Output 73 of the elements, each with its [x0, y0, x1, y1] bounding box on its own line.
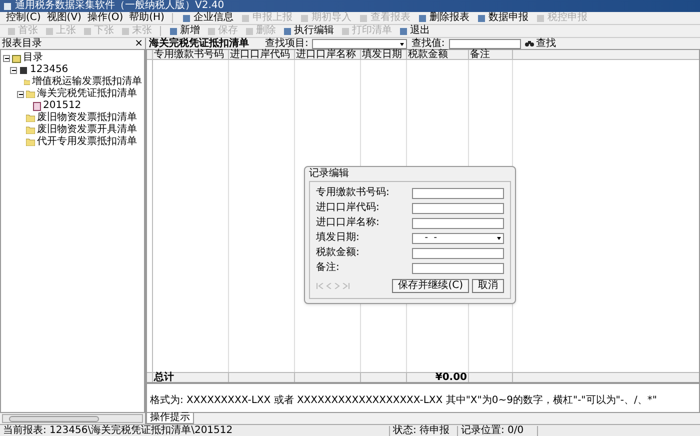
status-text: 当前报表: 123456\海关完税凭证抵扣清单\201512 — [0, 426, 390, 436]
field-label: 专用缴款书号码: — [316, 188, 390, 198]
report-title: 海关完税凭证抵扣清单 — [149, 38, 250, 48]
menu-item[interactable]: 帮助(H) — [127, 13, 166, 23]
tree-item[interactable]: 废旧物资发票开具清单 — [37, 125, 137, 135]
window-title: 通用税务数据采集软件（一般纳税人版）V2.40 — [15, 1, 224, 11]
toolbar-button[interactable]: 企业信息 — [179, 12, 236, 24]
expander[interactable] — [17, 90, 24, 98]
menu-item[interactable]: 视图(V) — [44, 13, 84, 23]
toolbar-button[interactable]: 退出 — [396, 25, 433, 37]
dialog-title: 记录编辑 — [309, 167, 350, 181]
toolbar-icon — [536, 14, 546, 22]
tree-item[interactable]: 增值税运输发票抵扣清单 — [32, 77, 142, 87]
text-field[interactable] — [412, 248, 504, 258]
caret-icon — [495, 234, 503, 242]
app-icon — [4, 2, 11, 10]
column-header[interactable]: 备注 — [469, 50, 513, 59]
column-header[interactable]: 填发日期 — [361, 50, 407, 59]
navigation-icon — [316, 283, 350, 289]
field-label: 备注: — [316, 263, 340, 273]
toolbar-icon — [477, 14, 486, 22]
field-label: 进口口岸代码: — [316, 203, 380, 213]
dialog-button[interactable]: 取消 — [472, 279, 504, 293]
text-field[interactable] — [412, 202, 504, 214]
toolbar-icon — [7, 26, 16, 36]
toolbar-button[interactable]: 数据申报 — [474, 12, 532, 24]
search-item-label: 查找项目: — [265, 38, 308, 48]
horizontal-scrollbar[interactable] — [2, 414, 143, 423]
tab[interactable]: 操作提示 — [146, 413, 194, 424]
close-button[interactable]: × — [134, 38, 143, 48]
column-header[interactable]: 税款金额 — [407, 50, 469, 59]
field-label: 填发日期: — [316, 233, 360, 243]
field-label: 进口口岸名称: — [316, 218, 380, 228]
text-field[interactable] — [412, 262, 504, 274]
toolbar-button[interactable]: 删除报表 — [415, 12, 472, 24]
toolbar-button[interactable]: 新增 — [166, 25, 203, 37]
field-label: 税款金额: — [316, 248, 360, 258]
total-label: 总计 — [153, 373, 229, 382]
toolbar-icon — [207, 26, 216, 36]
hint-text: 格式为: XXXXXXXXX-LXX 或者 XXXXXXXXXXXXXXXXXX-LXX 其中"X"为0~9的数字，横杠"-"可以为"-、/、*" — [150, 395, 657, 406]
search-item-dropdown[interactable] — [312, 38, 408, 48]
toolbar-icon — [399, 26, 408, 36]
tree-item[interactable]: 代开专用发票抵扣清单 — [37, 137, 137, 147]
panel-title: 报表目录 — [2, 38, 42, 48]
status-text: 状态: 待申报 — [390, 426, 458, 436]
total-amount: ¥0.00 — [407, 373, 469, 382]
folder-icon — [12, 54, 21, 62]
tree-item[interactable]: 目录 — [23, 53, 43, 63]
column-header[interactable]: 进口口岸代码 — [229, 50, 295, 59]
toolbar-icon — [45, 26, 54, 36]
toolbar-icon — [83, 26, 92, 36]
toolbar-icon — [418, 14, 428, 22]
status-text: 记录位置: 0/0 — [458, 426, 538, 436]
column-header[interactable]: 进口口岸名称 — [295, 50, 361, 59]
dialog-button[interactable]: 保存并继续(C) — [392, 279, 469, 293]
expander[interactable] — [10, 66, 17, 74]
menu-item[interactable]: 控制(C) — [4, 13, 43, 23]
tree-item[interactable]: 123456 — [30, 65, 68, 75]
binoculars-icon — [524, 40, 534, 47]
toolbar-icon — [121, 26, 130, 36]
search-value-label: 查找值: — [411, 38, 445, 48]
date-field[interactable]: - - — [412, 232, 504, 244]
tree-item[interactable]: 废旧物资发票抵扣清单 — [37, 113, 137, 123]
search-value-field[interactable] — [448, 38, 521, 48]
toolbar-button[interactable]: 执行编辑 — [280, 25, 337, 37]
tree-item[interactable]: 201512 — [43, 101, 82, 111]
column-header[interactable]: 专用缴款书号码 — [153, 50, 229, 59]
expander[interactable] — [3, 54, 10, 62]
tree-item[interactable]: 海关完税凭证抵扣清单 — [37, 89, 137, 99]
menu-item[interactable]: 操作(O) — [85, 13, 126, 23]
text-field[interactable] — [412, 188, 504, 198]
search-button[interactable]: 查找 — [524, 38, 556, 48]
text-field[interactable] — [412, 218, 504, 228]
